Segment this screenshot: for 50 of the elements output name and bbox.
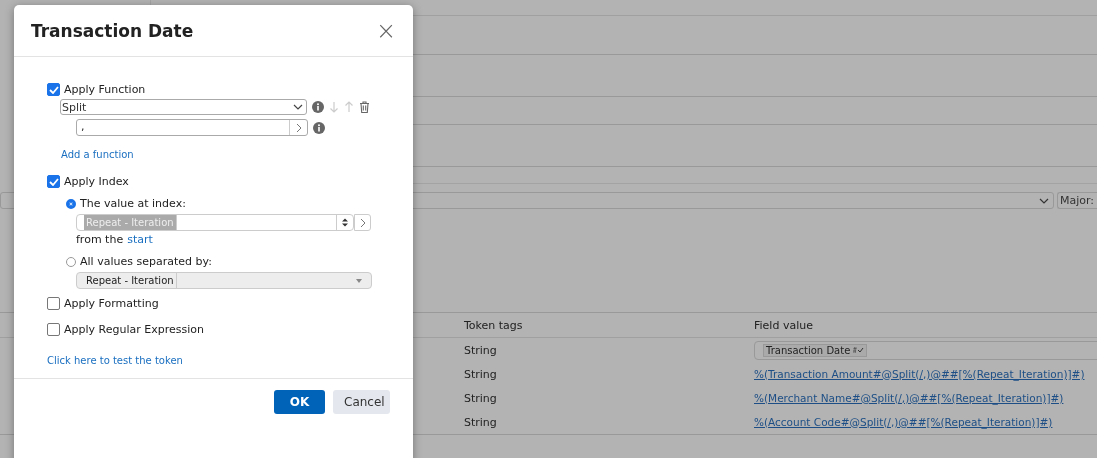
token-chip[interactable]: Transaction Date	[763, 343, 868, 357]
chevron-down-icon	[1039, 197, 1049, 204]
test-token-link[interactable]: Click here to test the token	[47, 355, 183, 366]
function-select[interactable]: Split	[60, 99, 307, 115]
add-function-link[interactable]: Add a function	[61, 149, 134, 160]
table-cell-text: String	[464, 343, 498, 357]
chevron-right-icon	[359, 217, 366, 228]
info-icon	[312, 101, 324, 113]
column-header: Token tags	[464, 318, 524, 332]
table-cell-text: String	[464, 415, 498, 429]
dropdown[interactable]: Major:	[1057, 192, 1097, 209]
ok-button[interactable]: OK	[274, 390, 325, 414]
token-field[interactable]: Repeat - Iteration	[76, 272, 372, 289]
check-icon	[48, 85, 59, 94]
checkbox-label: Apply Formatting	[64, 297, 159, 310]
caret-down-icon	[356, 278, 362, 283]
info-icon	[313, 121, 325, 134]
radio-label: The value at index:	[80, 197, 186, 210]
checkbox-label: Apply Function	[64, 83, 146, 96]
table-cell-text: String	[464, 367, 498, 381]
column-header: Field value	[754, 318, 814, 332]
token-link[interactable]: %(Account Code#@Split(/,)@##[%(Repeat_Iteration)]#)	[754, 415, 1053, 428]
note-text: from the	[76, 233, 124, 246]
chevron-down-icon	[293, 104, 303, 110]
token-chip[interactable]: Repeat - Iteration	[84, 273, 177, 288]
token-field[interactable]: Transaction Date	[754, 340, 1097, 360]
cancel-button[interactable]: Cancel	[333, 390, 390, 414]
token-link[interactable]: %(Transaction Amount#@Split(/,)@##[%(Repeat_Iteration)]#)	[754, 367, 1085, 380]
radio-button[interactable]	[66, 256, 76, 267]
checkbox[interactable]	[47, 83, 60, 96]
table-cell-text: String	[464, 391, 498, 405]
dialog-title: Transaction Date	[31, 20, 194, 41]
checkbox-label: Apply Index	[64, 175, 129, 188]
check-icon	[852, 346, 865, 354]
radio-label: All values separated by:	[80, 255, 212, 268]
argument-field[interactable]: ,	[76, 119, 308, 136]
checkbox[interactable]	[47, 297, 60, 310]
trash-icon	[359, 101, 370, 113]
checkbox[interactable]	[47, 323, 60, 336]
close-button[interactable]: ×	[375, 18, 396, 43]
check-icon	[48, 177, 59, 186]
checkbox[interactable]	[47, 175, 60, 188]
start-link[interactable]: start	[127, 233, 153, 246]
arrow-down-icon	[329, 101, 339, 113]
radio-button[interactable]	[66, 198, 76, 209]
token-link[interactable]: %(Merchant Name#@Split(/,)@##[%(Repeat_Iteration)]#)	[754, 391, 1064, 404]
checkbox-label: Apply Regular Expression	[64, 323, 204, 336]
chevron-right-icon	[295, 122, 302, 133]
arrow-up-icon	[344, 101, 354, 113]
next-button[interactable]	[354, 214, 371, 231]
